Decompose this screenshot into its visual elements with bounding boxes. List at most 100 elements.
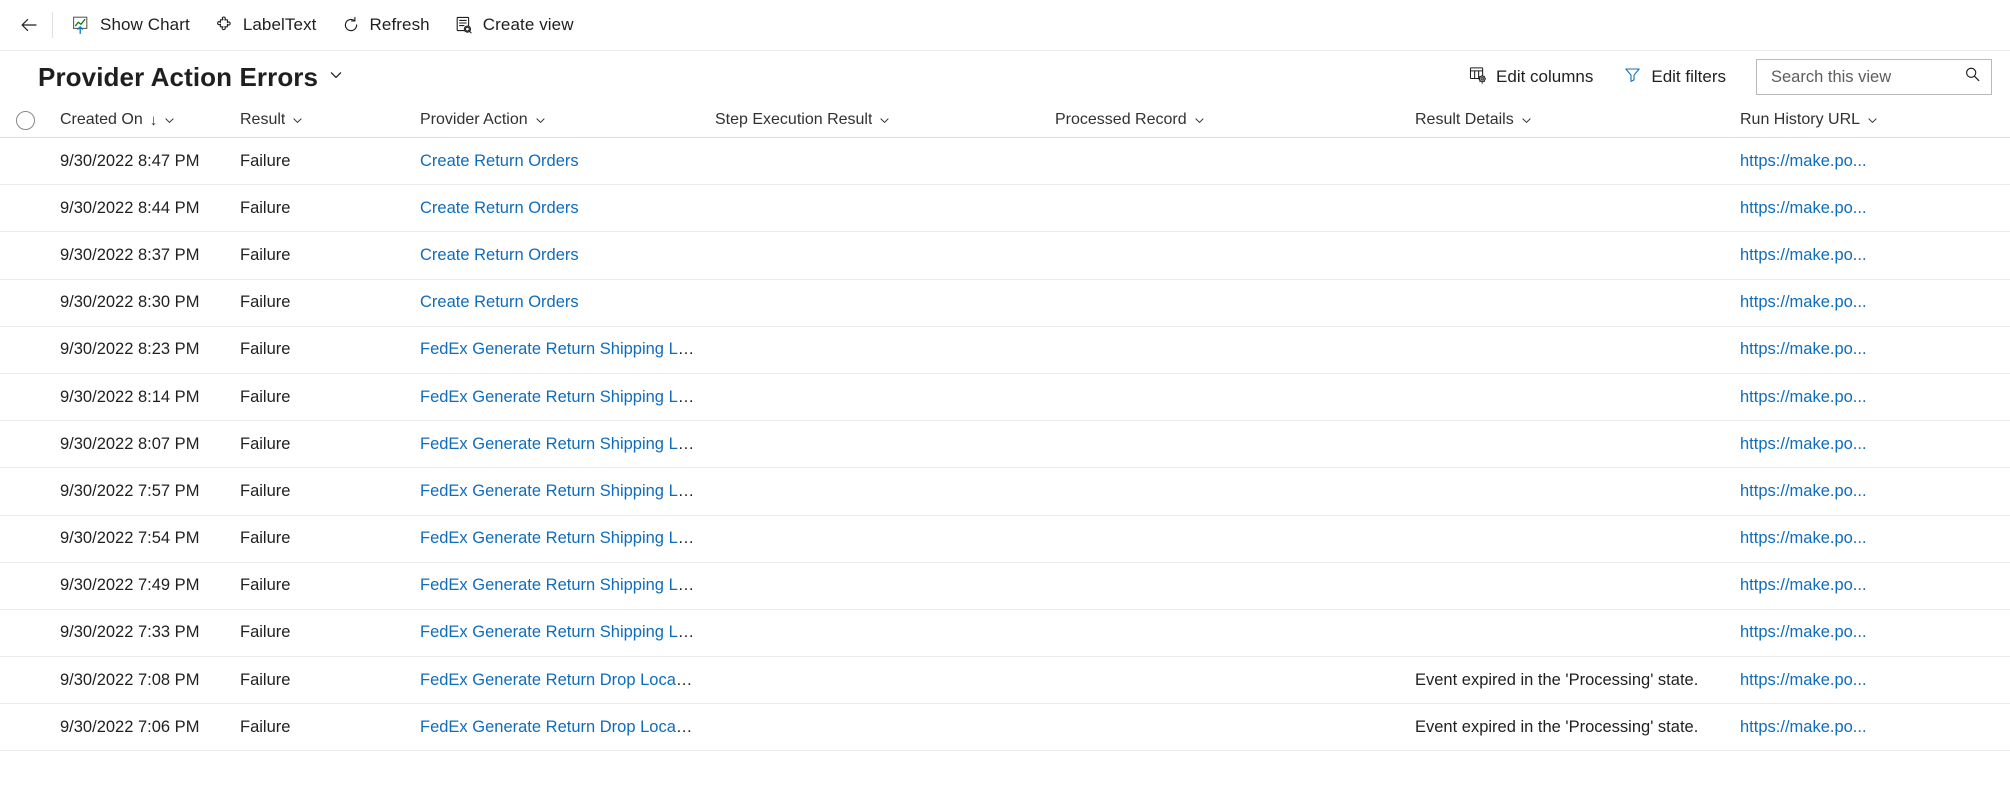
cell-run-history-url[interactable]: https://make.po... [1730, 293, 2010, 312]
refresh-button[interactable]: Refresh [329, 5, 442, 45]
table-row[interactable]: 9/30/2022 8:30 PM Failure Create Return Or… [0, 280, 2010, 327]
cell-provider-action-link[interactable]: FedEx Generate Return Drop Locati... [420, 671, 698, 689]
cell-provider-action[interactable]: FedEx Generate Return Drop Locati... [410, 718, 705, 737]
edit-filters-button[interactable]: Edit filters [1611, 59, 1738, 95]
column-header-label: Processed Record [1055, 111, 1187, 128]
cell-provider-action[interactable]: FedEx Generate Return Shipping La... [410, 623, 705, 642]
cell-provider-action[interactable]: FedEx Generate Return Shipping La... [410, 576, 705, 595]
cell-provider-action-link[interactable]: FedEx Generate Return Shipping La... [420, 340, 701, 358]
cell-provider-action[interactable]: FedEx Generate Return Shipping La... [410, 340, 705, 359]
cell-run-history-url[interactable]: https://make.po... [1730, 246, 2010, 265]
select-all-circle[interactable] [15, 110, 35, 130]
cell-run-history-url[interactable]: https://make.po... [1730, 482, 2010, 501]
column-header-result-details[interactable]: Result Details [1405, 111, 1730, 129]
table-row[interactable]: 9/30/2022 7:49 PM Failure FedEx Generate R… [0, 563, 2010, 610]
cell-run-history-url[interactable]: https://make.po... [1730, 152, 2010, 171]
cell-run-history-url-link[interactable]: https://make.po... [1740, 576, 1867, 594]
cell-run-history-url-link[interactable]: https://make.po... [1740, 293, 1867, 311]
cell-provider-action-link[interactable]: Create Return Orders [420, 246, 579, 264]
cell-run-history-url[interactable]: https://make.po... [1730, 576, 2010, 595]
cell-run-history-url-link[interactable]: https://make.po... [1740, 482, 1867, 500]
cell-run-history-url[interactable]: https://make.po... [1730, 199, 2010, 218]
cell-provider-action[interactable]: FedEx Generate Return Shipping La... [410, 482, 705, 501]
chevron-down-icon[interactable] [1520, 114, 1533, 127]
cell-provider-action[interactable]: Create Return Orders [410, 246, 705, 265]
chevron-down-icon[interactable] [878, 114, 891, 127]
cell-provider-action-link[interactable]: FedEx Generate Return Shipping La... [420, 529, 701, 547]
cell-run-history-url-link[interactable]: https://make.po... [1740, 671, 1867, 689]
cell-run-history-url[interactable]: https://make.po... [1730, 529, 2010, 548]
table-row[interactable]: 9/30/2022 8:44 PM Failure Create Return Or… [0, 185, 2010, 233]
column-header-provider-action[interactable]: Provider Action [410, 111, 705, 129]
cell-run-history-url-link[interactable]: https://make.po... [1740, 718, 1867, 736]
labeltext-button[interactable]: LabelText [202, 5, 329, 45]
cell-provider-action[interactable]: Create Return Orders [410, 152, 705, 171]
table-row[interactable]: 9/30/2022 8:14 PM Failure FedEx Generate R… [0, 374, 2010, 422]
cell-run-history-url-link[interactable]: https://make.po... [1740, 435, 1867, 453]
cell-run-history-url[interactable]: https://make.po... [1730, 671, 2010, 690]
cell-run-history-url[interactable]: https://make.po... [1730, 435, 2010, 454]
cell-provider-action-link[interactable]: FedEx Generate Return Shipping La... [420, 482, 701, 500]
cell-run-history-url[interactable]: https://make.po... [1730, 623, 2010, 642]
cell-provider-action[interactable]: Create Return Orders [410, 199, 705, 218]
cell-result: Failure [230, 576, 410, 595]
cell-run-history-url-link[interactable]: https://make.po... [1740, 246, 1867, 264]
cell-provider-action-link[interactable]: FedEx Generate Return Shipping La... [420, 388, 701, 406]
cell-result-text: Failure [240, 245, 291, 264]
chevron-down-icon[interactable] [1866, 114, 1879, 127]
table-row[interactable]: 9/30/2022 7:06 PM Failure FedEx Generate R… [0, 704, 2010, 752]
chevron-down-icon[interactable] [1193, 114, 1206, 127]
column-header-run-history-url[interactable]: Run History URL [1730, 111, 2010, 129]
cell-run-history-url[interactable]: https://make.po... [1730, 718, 2010, 737]
cell-run-history-url[interactable]: https://make.po... [1730, 340, 2010, 359]
cell-provider-action-link[interactable]: Create Return Orders [420, 199, 579, 217]
cell-run-history-url-link[interactable]: https://make.po... [1740, 529, 1867, 547]
table-row[interactable]: 9/30/2022 8:23 PM Failure FedEx Generate R… [0, 327, 2010, 374]
cell-created-on-text: 9/30/2022 8:23 PM [60, 340, 200, 359]
cell-provider-action-link[interactable]: FedEx Generate Return Shipping La... [420, 623, 701, 641]
column-header-step-execution-result[interactable]: Step Execution Result [705, 111, 1045, 129]
table-row[interactable]: 9/30/2022 7:08 PM Failure FedEx Generate R… [0, 657, 2010, 705]
cell-provider-action[interactable]: FedEx Generate Return Drop Locati... [410, 671, 705, 690]
cell-run-history-url-link[interactable]: https://make.po... [1740, 152, 1867, 170]
cell-run-history-url-link[interactable]: https://make.po... [1740, 340, 1867, 358]
cell-created-on-text: 9/30/2022 7:33 PM [60, 623, 200, 642]
edit-columns-button[interactable]: Edit columns [1456, 59, 1605, 95]
cell-provider-action-link[interactable]: FedEx Generate Return Shipping La... [420, 435, 701, 453]
chevron-down-icon[interactable] [163, 114, 176, 127]
cell-provider-action-link[interactable]: Create Return Orders [420, 293, 579, 311]
create-view-button[interactable]: Create view [442, 5, 586, 45]
table-row[interactable]: 9/30/2022 8:07 PM Failure FedEx Generate R… [0, 421, 2010, 469]
chevron-down-icon[interactable] [291, 114, 304, 127]
cell-provider-action[interactable]: Create Return Orders [410, 293, 705, 312]
column-header-processed-record[interactable]: Processed Record [1045, 111, 1405, 129]
chevron-down-icon[interactable] [534, 114, 547, 127]
view-selector[interactable]: Provider Action Errors [38, 62, 344, 93]
column-header-label: Created On [60, 111, 143, 128]
cell-run-history-url-link[interactable]: https://make.po... [1740, 199, 1867, 217]
column-header-created-on[interactable]: Created On ↓ [50, 111, 230, 129]
cell-provider-action-link[interactable]: Create Return Orders [420, 152, 579, 170]
cell-result: Failure [230, 293, 410, 312]
cell-provider-action[interactable]: FedEx Generate Return Shipping La... [410, 388, 705, 407]
cell-provider-action[interactable]: FedEx Generate Return Shipping La... [410, 435, 705, 454]
table-row[interactable]: 9/30/2022 7:57 PM Failure FedEx Generate R… [0, 468, 2010, 516]
column-header-result[interactable]: Result [230, 111, 410, 129]
cell-provider-action-link[interactable]: FedEx Generate Return Drop Locati... [420, 718, 698, 736]
cell-run-history-url[interactable]: https://make.po... [1730, 388, 2010, 407]
search-input[interactable] [1769, 66, 1963, 88]
select-all-cell[interactable] [0, 110, 50, 130]
back-button[interactable] [8, 5, 50, 45]
table-row[interactable]: 9/30/2022 7:54 PM Failure FedEx Generate R… [0, 516, 2010, 563]
cell-provider-action-link[interactable]: FedEx Generate Return Shipping La... [420, 576, 701, 594]
table-row[interactable]: 9/30/2022 7:33 PM Failure FedEx Generate R… [0, 610, 2010, 658]
table-row[interactable]: 9/30/2022 8:47 PM Failure Create Return Or… [0, 138, 2010, 186]
search-icon[interactable] [1963, 65, 1982, 89]
cell-result: Failure [230, 671, 410, 690]
table-row[interactable]: 9/30/2022 8:37 PM Failure Create Return Or… [0, 232, 2010, 280]
cell-run-history-url-link[interactable]: https://make.po... [1740, 623, 1867, 641]
cell-run-history-url-link[interactable]: https://make.po... [1740, 388, 1867, 406]
show-chart-button[interactable]: Show Chart [59, 5, 202, 45]
search-box[interactable] [1756, 59, 1992, 95]
cell-provider-action[interactable]: FedEx Generate Return Shipping La... [410, 529, 705, 548]
